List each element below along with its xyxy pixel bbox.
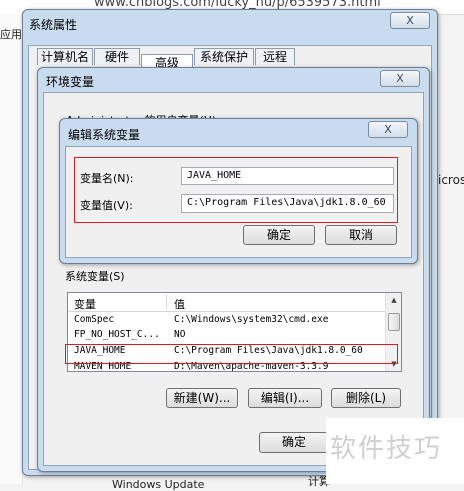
tab-system-protection[interactable]: 系统保护: [194, 48, 254, 65]
variable-value-label: 变量值(V):: [80, 199, 133, 212]
browser-apps-label[interactable]: 应用: [0, 26, 22, 42]
edit-ok-button[interactable]: 确定: [243, 225, 315, 245]
close-icon: X: [396, 72, 404, 85]
new-variable-button[interactable]: 新建(W)...: [166, 388, 238, 408]
edit-system-variable-title: 编辑系统变量: [68, 128, 141, 142]
edit-variable-button[interactable]: 编辑(I)...: [248, 388, 322, 408]
list-item[interactable]: ComSpec C:\Windows\system32\cmd.exe: [68, 312, 385, 327]
tab-computer-name[interactable]: 计算机名: [37, 48, 93, 65]
variable-name-input[interactable]: JAVA_HOME: [181, 167, 394, 185]
tab-remote[interactable]: 远程: [255, 48, 295, 65]
edit-cancel-button[interactable]: 取消: [325, 225, 397, 245]
list-header: 变量 值: [68, 293, 385, 312]
variable-name-label: 变量名(N):: [80, 172, 134, 185]
system-properties-title: 系统属性: [29, 18, 78, 32]
column-header-value[interactable]: 值: [174, 296, 185, 312]
java-home-highlight: [65, 344, 398, 364]
list-item[interactable]: FP_NO_HOST_C... NO: [68, 327, 385, 342]
environment-variables-close-button[interactable]: X: [380, 70, 420, 87]
environment-variables-title: 环境变量: [46, 75, 95, 89]
env-ok-button[interactable]: 确定: [259, 432, 329, 453]
close-icon: X: [406, 14, 414, 27]
close-icon: X: [384, 123, 392, 136]
delete-variable-button[interactable]: 删除(L): [331, 388, 401, 408]
browser-left-sidebar: [0, 14, 23, 484]
variable-value: C:\Windows\system32\cmd.exe: [174, 314, 329, 325]
watermark-text: 软件技巧: [330, 434, 443, 464]
system-variables-label: 系统变量(S): [65, 270, 125, 283]
variable-name: ComSpec: [74, 314, 115, 325]
browser-page-text: icros: [438, 173, 464, 187]
scroll-thumb[interactable]: [388, 313, 400, 331]
tab-hardware[interactable]: 硬件: [94, 48, 140, 65]
scroll-up-icon[interactable]: ▲: [386, 296, 401, 304]
browser-bottom-text: Windows Update: [112, 478, 205, 491]
edit-system-variable-window: 编辑系统变量 X 变量名(N): JAVA_HOME 变量值(V): C:\Pr…: [59, 118, 418, 264]
system-properties-close-button[interactable]: X: [390, 12, 430, 29]
variable-name: FP_NO_HOST_C...: [74, 329, 160, 340]
edit-system-variable-close-button[interactable]: X: [368, 121, 408, 138]
variable-value-input[interactable]: C:\Program Files\Java\jdk1.8.0_60: [181, 194, 394, 213]
variable-value: NO: [174, 329, 186, 340]
column-divider: [166, 295, 167, 309]
column-header-variable[interactable]: 变量: [74, 296, 96, 312]
